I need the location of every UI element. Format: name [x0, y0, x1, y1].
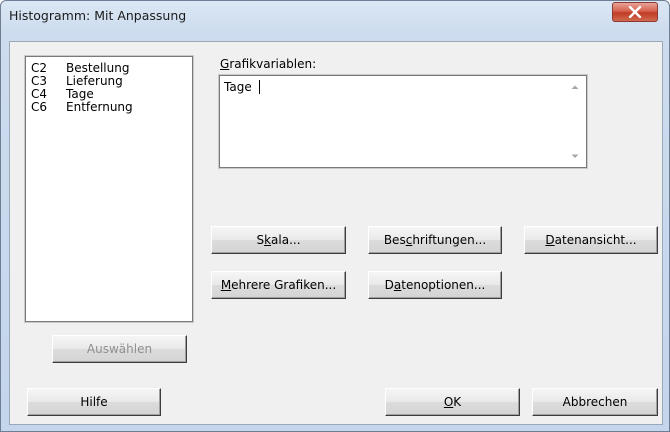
- variable-list-item[interactable]: C3 Lieferung: [26, 75, 192, 88]
- dialog-body: C2 Bestellung C3 Lieferung C4 Tage C6 Entfernun…: [9, 41, 663, 425]
- data-view-button[interactable]: Datenansicht...: [524, 226, 658, 254]
- scroll-up-arrow-icon[interactable]: [568, 80, 582, 94]
- graph-variables-value: Tage: [224, 80, 252, 94]
- graph-variables-label: Grafikvariablen:: [220, 57, 317, 71]
- ok-button[interactable]: OK: [385, 388, 520, 416]
- variable-list-item[interactable]: C6 Entfernung: [26, 101, 192, 114]
- scale-button[interactable]: Sk ala...: [211, 226, 346, 254]
- text-caret: [259, 80, 260, 94]
- select-button[interactable]: Auswählen: [52, 335, 187, 363]
- help-button[interactable]: Hilfe: [27, 388, 161, 416]
- close-icon: [628, 6, 642, 18]
- close-button[interactable]: [612, 2, 658, 22]
- window-title: Histogramm: Mit Anpassung: [9, 8, 187, 23]
- multiple-graphs-button[interactable]: Mehrere Grafiken...: [211, 271, 346, 299]
- variable-list[interactable]: C2 Bestellung C3 Lieferung C4 Tage C6 Entfernun…: [24, 55, 194, 323]
- data-options-button[interactable]: Da tenoptionen...: [368, 271, 502, 299]
- variable-column-id: C6: [31, 100, 48, 114]
- dialog-window: Histogramm: Mit Anpassung C2 Bestellung C3…: [0, 0, 670, 432]
- cancel-button[interactable]: Abbrechen: [532, 388, 658, 416]
- title-bar[interactable]: Histogramm: Mit Anpassung: [1, 1, 669, 31]
- variable-name: Entfernung: [66, 100, 133, 114]
- graph-variables-input[interactable]: Tage: [218, 74, 588, 169]
- labels-button[interactable]: Bes c hriftungen...: [368, 226, 502, 254]
- scroll-down-arrow-icon[interactable]: [568, 149, 582, 163]
